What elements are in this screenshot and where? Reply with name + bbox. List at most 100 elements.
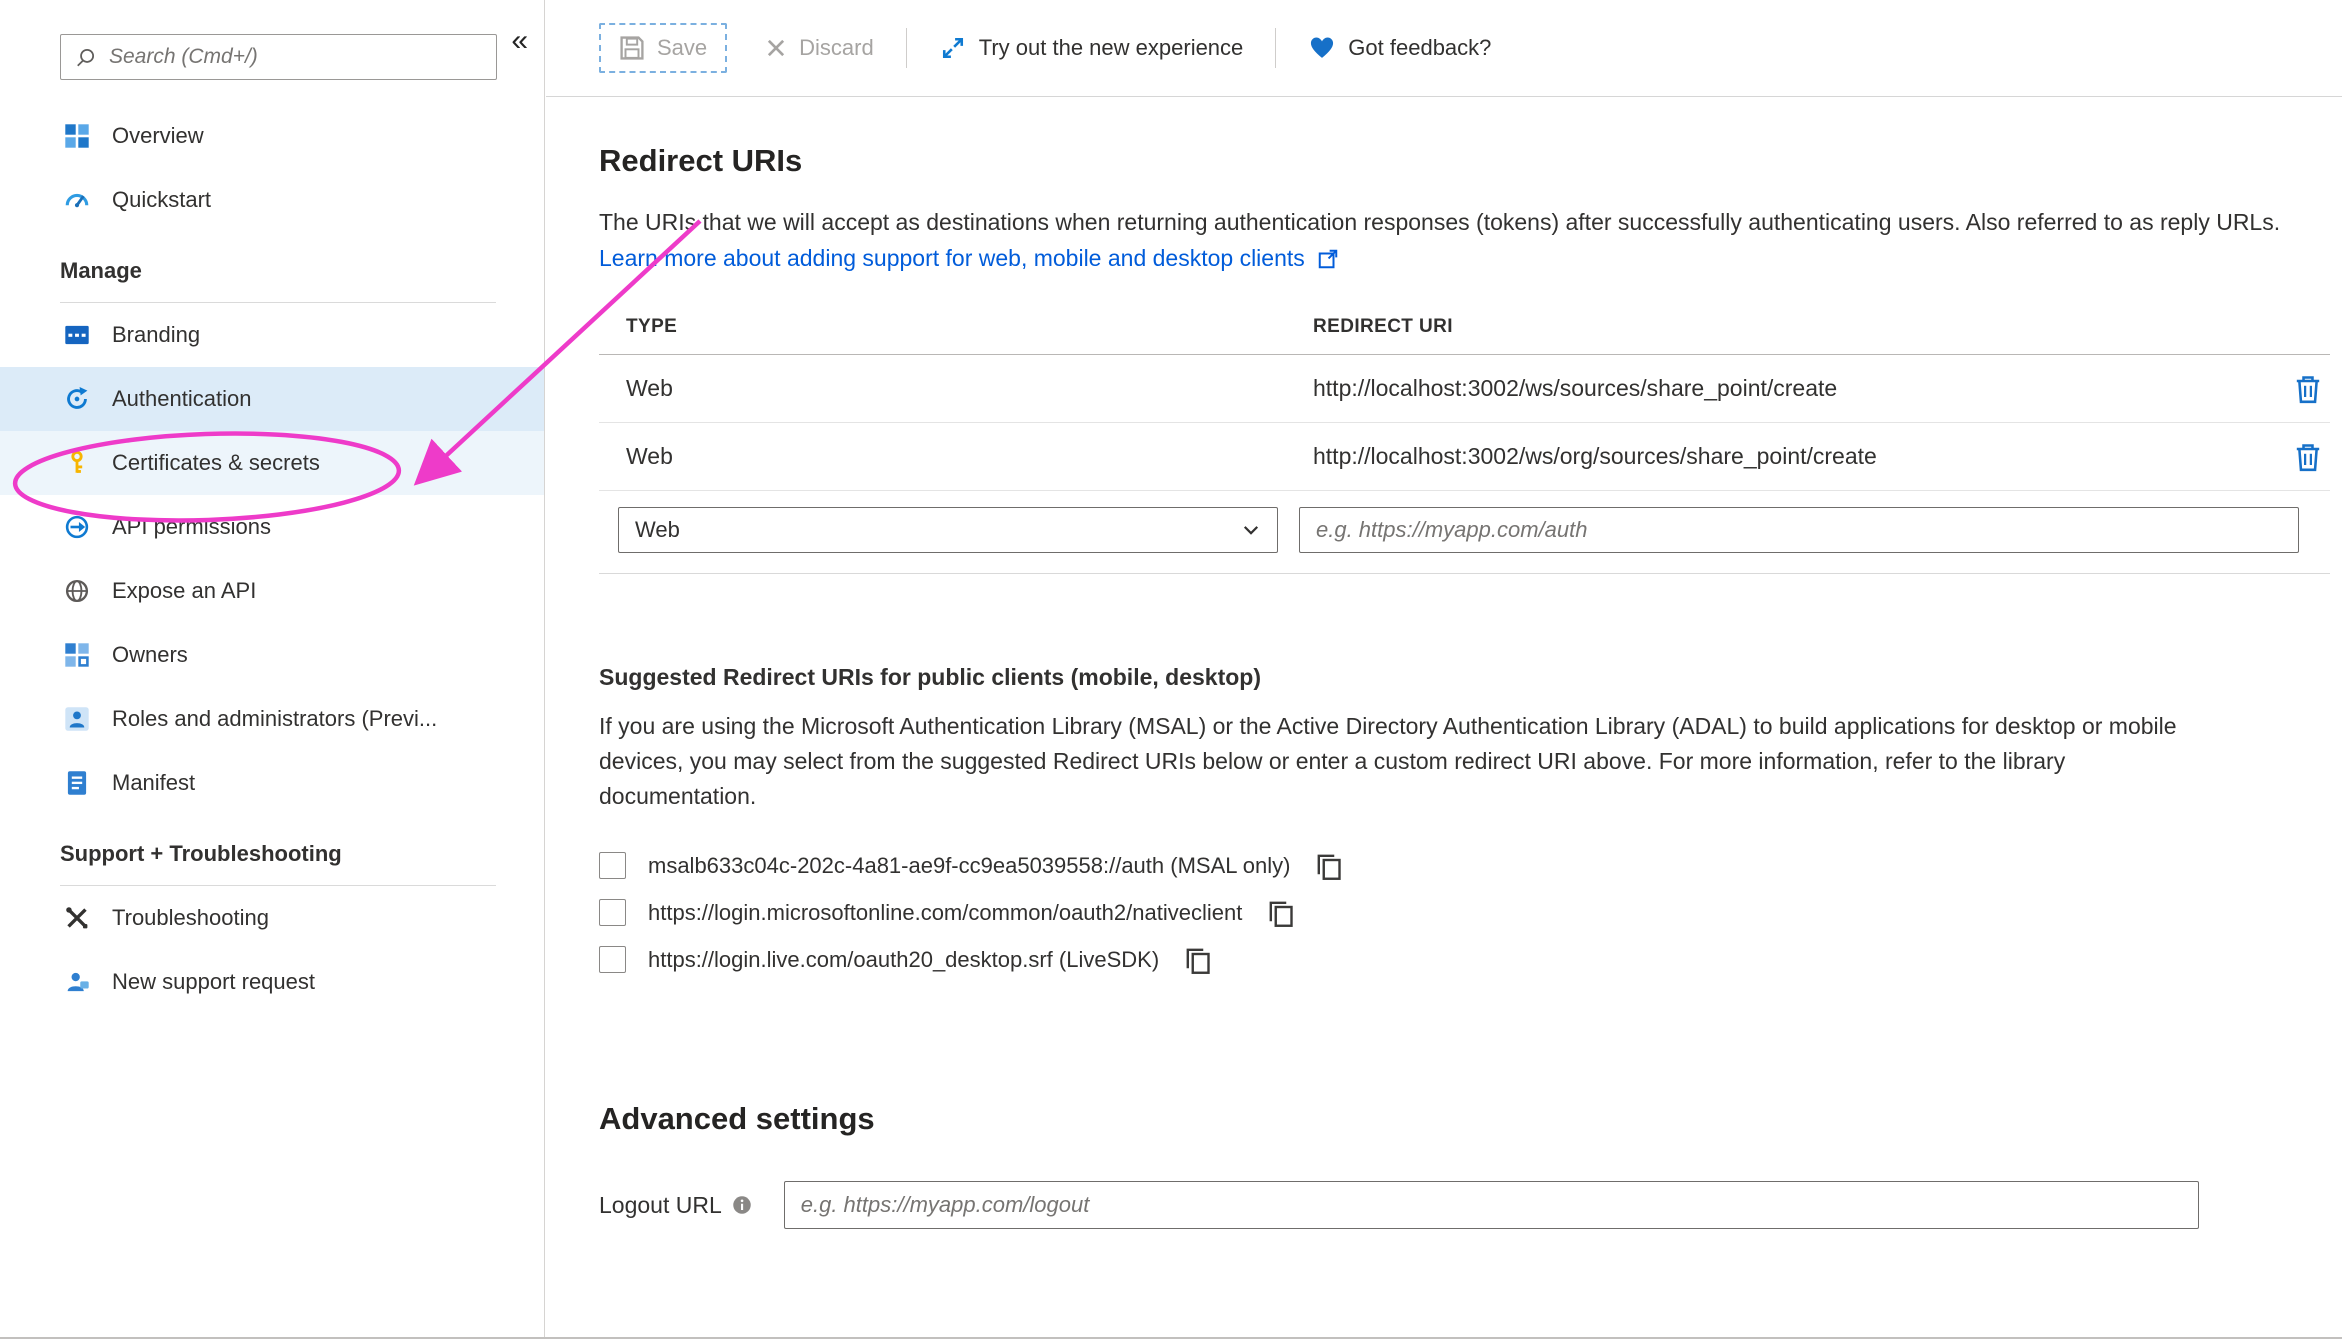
sidebar-item-quickstart[interactable]: Quickstart: [0, 168, 544, 232]
suggested-uri-list: msalb633c04c-202c-4a81-ae9f-cc9ea5039558…: [599, 842, 2330, 983]
toolbar-divider: [906, 28, 907, 68]
copy-icon[interactable]: [1314, 851, 1344, 881]
suggested-uri-label: https://login.live.com/oauth20_desktop.s…: [648, 947, 1159, 973]
sidebar-item-certificates-secrets[interactable]: Certificates & secrets: [0, 431, 544, 495]
sidebar-item-label: Authentication: [112, 386, 251, 412]
copy-icon[interactable]: [1183, 945, 1213, 975]
sidebar-item-label: Expose an API: [112, 578, 256, 604]
learn-more-link[interactable]: Learn more about adding support for web,…: [599, 245, 1339, 272]
sidebar-item-label: Owners: [112, 642, 188, 668]
discard-label: Discard: [799, 35, 874, 61]
sidebar-item-label: API permissions: [112, 514, 271, 540]
row-uri: http://localhost:3002/ws/org/sources/sha…: [1313, 443, 2266, 470]
sidebar-section-manage: Manage: [0, 246, 544, 296]
branding-icon: [62, 320, 92, 350]
advanced-settings-section: Advanced settings Logout URL: [599, 1101, 2330, 1229]
toolbar-divider: [1275, 28, 1276, 68]
try-new-experience-button[interactable]: Try out the new experience: [939, 34, 1244, 62]
owners-icon: [62, 640, 92, 670]
sidebar-item-new-support-request[interactable]: New support request: [0, 950, 544, 1014]
collapse-sidebar-icon[interactable]: «: [511, 26, 528, 56]
delete-uri-button[interactable]: [2292, 441, 2324, 473]
got-feedback-button[interactable]: Got feedback?: [1308, 34, 1491, 62]
sidebar-search-row: «: [0, 0, 544, 80]
feedback-label: Got feedback?: [1348, 35, 1491, 61]
azure-portal-authentication-blade: « Overview Quickstart Manage: [0, 0, 2342, 1339]
sidebar-item-label: Overview: [112, 123, 204, 149]
suggested-section: Suggested Redirect URIs for public clien…: [599, 664, 2330, 983]
sidebar-item-branding[interactable]: Branding: [0, 303, 544, 367]
redirect-uris-title: Redirect URIs: [599, 143, 2330, 179]
copy-icon[interactable]: [1266, 898, 1296, 928]
discard-button[interactable]: Discard: [765, 35, 874, 61]
column-header-redirect-uri: REDIRECT URI: [1313, 316, 2266, 338]
delete-uri-button[interactable]: [2292, 373, 2324, 405]
save-icon: [619, 35, 645, 61]
save-label: Save: [657, 35, 707, 61]
api-permissions-icon: [62, 512, 92, 542]
sidebar-item-label: Certificates & secrets: [112, 450, 320, 476]
row-type: Web: [599, 443, 1313, 470]
suggested-uri-checkbox[interactable]: [599, 852, 626, 879]
troubleshooting-icon: [62, 903, 92, 933]
sidebar-item-label: New support request: [112, 969, 315, 995]
sidebar-item-label: Branding: [112, 322, 200, 348]
discard-x-icon: [765, 37, 787, 59]
add-uri-row: Web: [599, 491, 2330, 574]
redirect-uris-description: The URIs that we will accept as destinat…: [599, 205, 2330, 239]
external-link-icon: [1317, 248, 1339, 270]
sidebar-item-label: Quickstart: [112, 187, 211, 213]
sidebar-item-expose-api[interactable]: Expose an API: [0, 559, 544, 623]
list-item: msalb633c04c-202c-4a81-ae9f-cc9ea5039558…: [599, 842, 2330, 889]
diagonal-arrows-icon: [939, 34, 967, 62]
search-icon: [75, 46, 97, 68]
column-header-type: TYPE: [599, 316, 1313, 338]
main-panel: Save Discard Try out the new experience: [546, 0, 2342, 1339]
heart-icon: [1308, 34, 1336, 62]
suggested-uri-checkbox[interactable]: [599, 946, 626, 973]
sidebar-item-troubleshooting[interactable]: Troubleshooting: [0, 886, 544, 950]
key-icon: [62, 448, 92, 478]
list-item: https://login.live.com/oauth20_desktop.s…: [599, 936, 2330, 983]
blade-content: Redirect URIs The URIs that we will acce…: [546, 97, 2342, 1229]
logout-url-input[interactable]: [784, 1181, 2199, 1229]
support-request-icon: [62, 967, 92, 997]
sidebar-nav: Overview Quickstart Manage Branding: [0, 104, 544, 1014]
sidebar-item-owners[interactable]: Owners: [0, 623, 544, 687]
chevron-down-icon: [1241, 520, 1261, 540]
sidebar-item-overview[interactable]: Overview: [0, 104, 544, 168]
roles-icon: [62, 704, 92, 734]
suggested-uri-label: msalb633c04c-202c-4a81-ae9f-cc9ea5039558…: [648, 853, 1290, 879]
sidebar-item-label: Roles and administrators (Previ...: [112, 706, 437, 732]
redirect-type-select[interactable]: Web: [618, 507, 1278, 553]
search-box[interactable]: [60, 34, 497, 80]
suggested-title: Suggested Redirect URIs for public clien…: [599, 664, 2330, 691]
save-button[interactable]: Save: [599, 23, 727, 73]
authentication-icon: [62, 384, 92, 414]
logout-url-row: Logout URL: [599, 1181, 2330, 1229]
logout-url-label: Logout URL: [599, 1192, 722, 1219]
manifest-icon: [62, 768, 92, 798]
sidebar: « Overview Quickstart Manage: [0, 0, 545, 1339]
sidebar-item-manifest[interactable]: Manifest: [0, 751, 544, 815]
sidebar-item-roles-administrators[interactable]: Roles and administrators (Previ...: [0, 687, 544, 751]
sidebar-item-label: Troubleshooting: [112, 905, 269, 931]
learn-more-text: Learn more about adding support for web,…: [599, 245, 1305, 272]
row-uri: http://localhost:3002/ws/sources/share_p…: [1313, 375, 2266, 402]
advanced-settings-title: Advanced settings: [599, 1101, 2330, 1137]
table-row: Web http://localhost:3002/ws/org/sources…: [599, 423, 2330, 491]
search-input[interactable]: [109, 45, 482, 69]
sidebar-section-support: Support + Troubleshooting: [0, 829, 544, 879]
list-item: https://login.microsoftonline.com/common…: [599, 889, 2330, 936]
sidebar-item-api-permissions[interactable]: API permissions: [0, 495, 544, 559]
suggested-uri-label: https://login.microsoftonline.com/common…: [648, 900, 1242, 926]
table-row: Web http://localhost:3002/ws/sources/sha…: [599, 355, 2330, 423]
info-icon[interactable]: [732, 1195, 752, 1215]
try-new-label: Try out the new experience: [979, 35, 1244, 61]
suggested-uri-checkbox[interactable]: [599, 899, 626, 926]
new-redirect-uri-input[interactable]: [1299, 507, 2299, 553]
row-type: Web: [599, 375, 1313, 402]
sidebar-item-label: Manifest: [112, 770, 195, 796]
table-header: TYPE REDIRECT URI: [599, 316, 2330, 355]
sidebar-item-authentication[interactable]: Authentication: [0, 367, 544, 431]
